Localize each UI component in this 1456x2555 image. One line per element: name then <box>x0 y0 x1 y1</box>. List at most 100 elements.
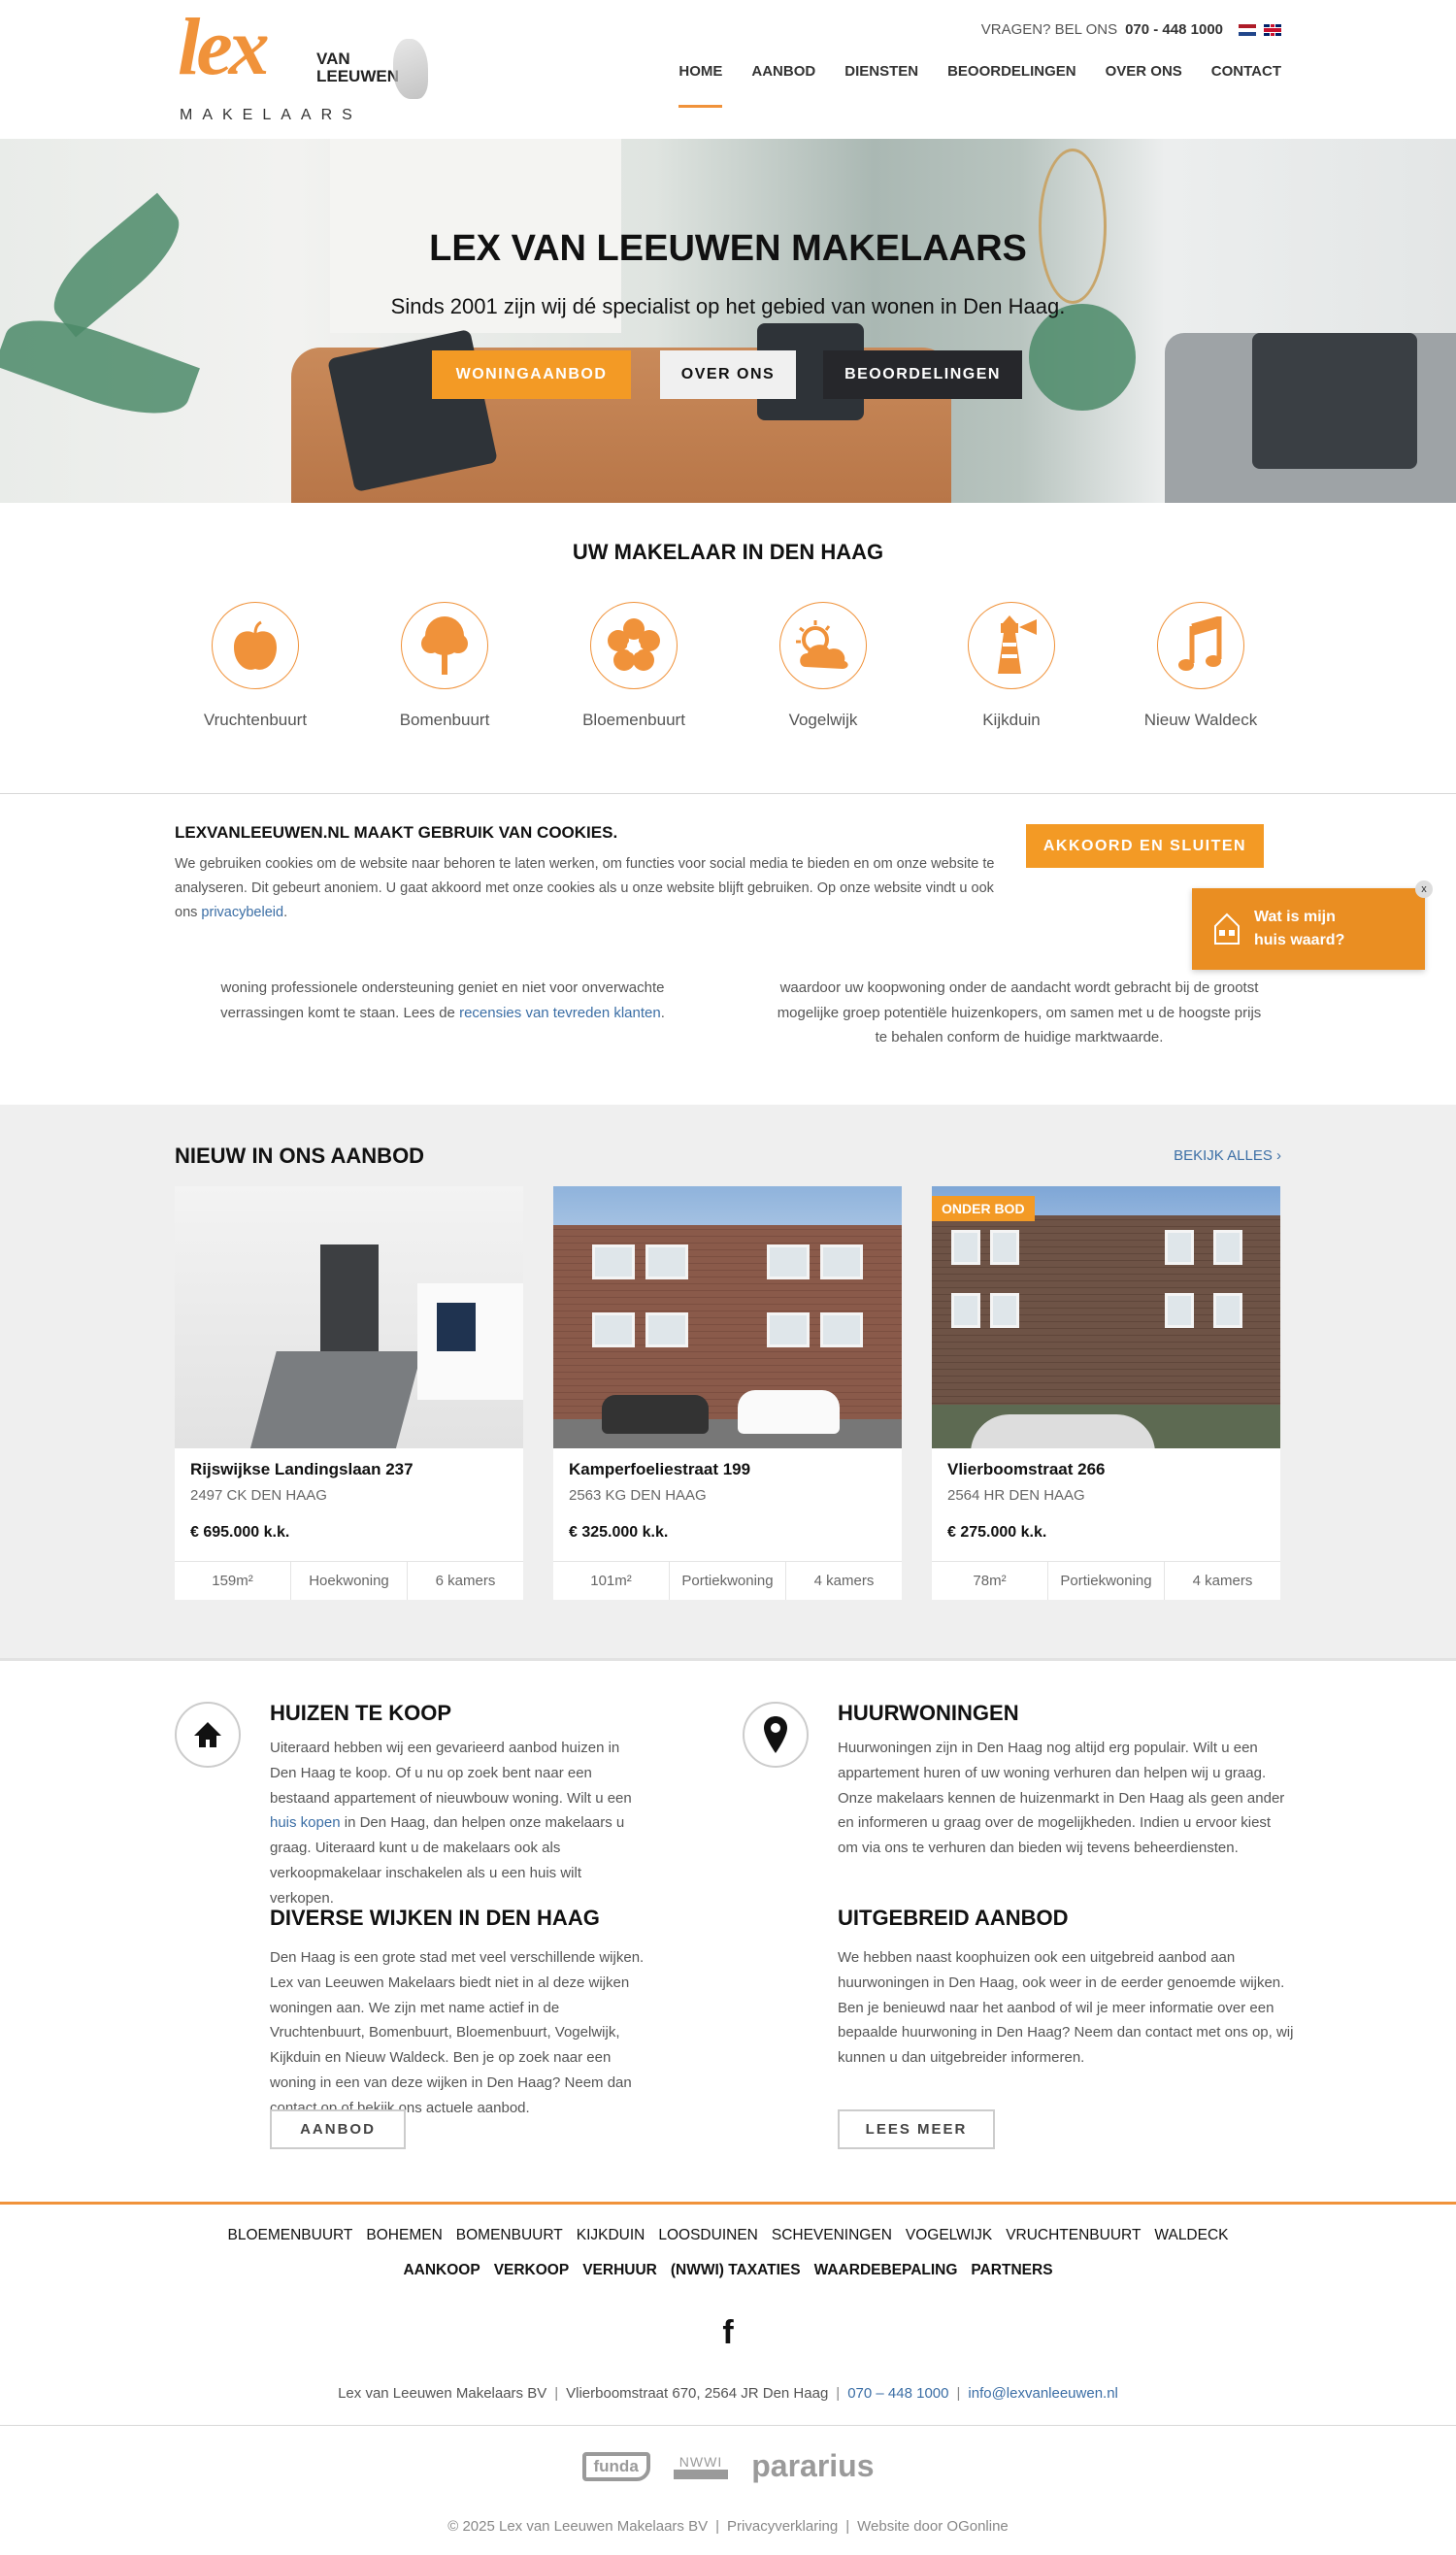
main-nav: HOME AANBOD DIENSTEN BEOORDELINGEN OVER … <box>678 63 1281 108</box>
reviews-link[interactable]: recensies van tevreden klanten <box>459 1005 661 1021</box>
lees-meer-button[interactable]: LEES MEER <box>838 2109 995 2149</box>
divider <box>0 793 1456 794</box>
wijk-bloemenbuurt[interactable]: Bloemenbuurt <box>556 602 711 730</box>
music-note-icon <box>1157 602 1244 689</box>
footer-link[interactable]: BOHEMEN <box>366 2227 442 2244</box>
section-text: We hebben naast koophuizen ook een uitge… <box>838 1949 1294 2067</box>
nav-aanbod[interactable]: AANBOD <box>751 63 815 80</box>
tree-icon <box>401 602 488 689</box>
listing-photo <box>553 1186 902 1448</box>
funda-logo[interactable]: funda <box>581 2451 650 2481</box>
close-icon[interactable]: x <box>1415 880 1433 898</box>
wijk-label: Nieuw Waldeck <box>1143 711 1258 729</box>
contact-bar: VRAGEN? BEL ONS 070 - 448 1000 <box>981 21 1281 38</box>
status-badge: ONDER BOD <box>932 1196 1035 1221</box>
listings-title: NIEUW IN ONS AANBOD <box>175 1144 425 1168</box>
divider <box>0 2425 1456 2426</box>
listing-city: 2497 CK DEN HAAG <box>190 1487 327 1504</box>
listing-photo <box>175 1186 523 1448</box>
hero-banner: LEX VAN LEEUWEN MAKELAARS Sinds 2001 zij… <box>0 139 1456 503</box>
listing-stats: 159m² Hoekwoning 6 kamers <box>175 1561 523 1600</box>
wijk-label: Bomenbuurt <box>399 711 490 729</box>
listing-street: Vlierboomstraat 266 <box>947 1460 1106 1478</box>
nav-contact[interactable]: CONTACT <box>1211 63 1281 80</box>
listing-price: € 325.000 k.k. <box>569 1524 669 1541</box>
huis-kopen-link[interactable]: huis kopen <box>270 1814 341 1831</box>
logo[interactable]: lex VAN LEEUWEN MAKELAARS <box>178 2 430 128</box>
footer-wijk-links: BLOEMENBUURT BOHEMEN BOMENBUURT KIJKDUIN LOO… <box>0 2227 1456 2244</box>
wijk-vogelwijk[interactable]: Vogelwijk <box>745 602 901 730</box>
footer-link[interactable]: KIJKDUIN <box>577 2227 645 2244</box>
footer-service-links: AANKOOP VERKOOP VERHUUR (NWWI) TAXATIES WAAR… <box>0 2262 1456 2279</box>
home-icon <box>175 1702 241 1768</box>
footer-link[interactable]: WALDECK <box>1154 2227 1228 2244</box>
footer-link[interactable]: BLOEMENBUURT <box>228 2227 353 2244</box>
nl-flag-icon[interactable] <box>1239 23 1256 36</box>
nav-beoordelingen[interactable]: BEOORDELINGEN <box>947 63 1076 80</box>
phone-link[interactable]: 070 - 448 1000 <box>1125 21 1223 38</box>
intro-left-text: woning professionele ondersteuning genie… <box>220 979 665 1021</box>
footer-link[interactable]: LOOSDUINEN <box>658 2227 758 2244</box>
listing-city: 2563 KG DEN HAAG <box>569 1487 707 1504</box>
nav-over-ons[interactable]: OVER ONS <box>1106 63 1182 80</box>
listings-section: NIEUW IN ONS AANBOD BEKIJK ALLES › Rijsw… <box>0 1105 1456 1658</box>
listing-card[interactable]: Rijswijkse Landingslaan 237 2497 CK DEN … <box>175 1186 523 1600</box>
wijk-label: Vogelwijk <box>788 711 858 729</box>
view-all-link[interactable]: BEKIJK ALLES › <box>1174 1147 1281 1164</box>
over-ons-button[interactable]: OVER ONS <box>660 350 796 399</box>
wijk-kijkduin[interactable]: Kijkduin <box>934 602 1089 730</box>
pararius-logo[interactable]: pararius <box>751 2448 874 2484</box>
listing-price: € 695.000 k.k. <box>190 1524 290 1541</box>
section-heading: HUIZEN TE KOOP <box>270 1701 452 1725</box>
wijk-label: Kijkduin <box>982 711 1041 729</box>
footer-link[interactable]: VOGELWIJK <box>906 2227 992 2244</box>
footer-link[interactable]: VERHUUR <box>582 2262 657 2279</box>
listing-street: Kamperfoeliestraat 199 <box>569 1460 751 1478</box>
listing-card[interactable]: Kamperfoeliestraat 199 2563 KG DEN HAAG … <box>553 1186 902 1600</box>
listing-stats: 101m² Portiekwoning 4 kamers <box>553 1561 902 1600</box>
footer-phone-link[interactable]: 070 – 448 1000 <box>847 2385 948 2402</box>
footer-link[interactable]: PARTNERS <box>971 2262 1052 2279</box>
footer-link[interactable]: WAARDEBEPALING <box>814 2262 958 2279</box>
footer-link[interactable]: AANKOOP <box>403 2262 480 2279</box>
valuation-widget[interactable]: Wat is mijn huis waard? x <box>1192 880 1433 970</box>
nav-diensten[interactable]: DIENSTEN <box>844 63 918 80</box>
hero-subtitle: Sinds 2001 zijn wij dé specialist op het… <box>390 294 1066 318</box>
apple-icon <box>212 602 299 689</box>
wijk-vruchtenbuurt[interactable]: Vruchtenbuurt <box>178 602 333 730</box>
footer-link[interactable]: (NWWI) TAXATIES <box>671 2262 801 2279</box>
footer-email-link[interactable]: info@lexvanleeuwen.nl <box>968 2385 1118 2402</box>
section-title: UW MAKELAAR IN DEN HAAG <box>572 540 884 564</box>
privacy-link[interactable]: privacybeleid <box>201 905 283 920</box>
intro-right-text: waardoor uw koopwoning onder de aandacht… <box>777 979 1262 1045</box>
credit-link[interactable]: Website door OGonline <box>857 2518 1009 2535</box>
footer-divider <box>0 2202 1456 2205</box>
listing-stats: 78m² Portiekwoning 4 kamers <box>932 1561 1280 1600</box>
footer-link[interactable]: SCHEVENINGEN <box>772 2227 892 2244</box>
section-text: Den Haag is een grote stad met veel vers… <box>270 1949 645 2116</box>
aanbod-button[interactable]: AANBOD <box>270 2109 406 2149</box>
widget-text: Wat is mijn huis waard? <box>1254 909 1345 948</box>
site-header: lex VAN LEEUWEN MAKELAARS VRAGEN? BEL ONS 0… <box>0 0 1456 139</box>
nwwi-logo[interactable]: NWWI <box>673 2454 729 2479</box>
footer-link[interactable]: VERKOOP <box>494 2262 570 2279</box>
hero-title: LEX VAN LEEUWEN MAKELAARS <box>429 228 1027 269</box>
en-flag-icon[interactable] <box>1264 23 1281 36</box>
woningaanbod-button[interactable]: WONINGAANBOD <box>432 350 631 399</box>
wijk-label: Bloemenbuurt <box>582 711 685 729</box>
listing-price: € 275.000 k.k. <box>947 1524 1047 1541</box>
nav-home[interactable]: HOME <box>678 63 723 108</box>
wijk-nieuw-waldeck[interactable]: Nieuw Waldeck <box>1123 602 1278 730</box>
divider <box>0 1658 1456 1661</box>
listing-card[interactable]: ONDER BOD Vlierboomstraat 266 2564 HR DE… <box>932 1186 1280 1600</box>
beoordelingen-button[interactable]: BEOORDELINGEN <box>823 350 1022 399</box>
accept-cookies-button[interactable]: AKKOORD EN SLUITEN <box>1026 824 1264 868</box>
lighthouse-icon <box>968 602 1055 689</box>
cookie-text: We gebruiken cookies om de website naar … <box>175 856 995 920</box>
cookie-title: LEXVANLEEUWEN.NL MAAKT GEBRUIK VAN COOKI… <box>175 823 618 842</box>
footer-link[interactable]: BOMENBUURT <box>456 2227 563 2244</box>
facebook-icon[interactable]: f <box>718 2316 738 2349</box>
footer-link[interactable]: VRUCHTENBUURT <box>1006 2227 1141 2244</box>
wijk-bomenbuurt[interactable]: Bomenbuurt <box>367 602 522 730</box>
privacy-link[interactable]: Privacyverklaring <box>727 2518 838 2535</box>
